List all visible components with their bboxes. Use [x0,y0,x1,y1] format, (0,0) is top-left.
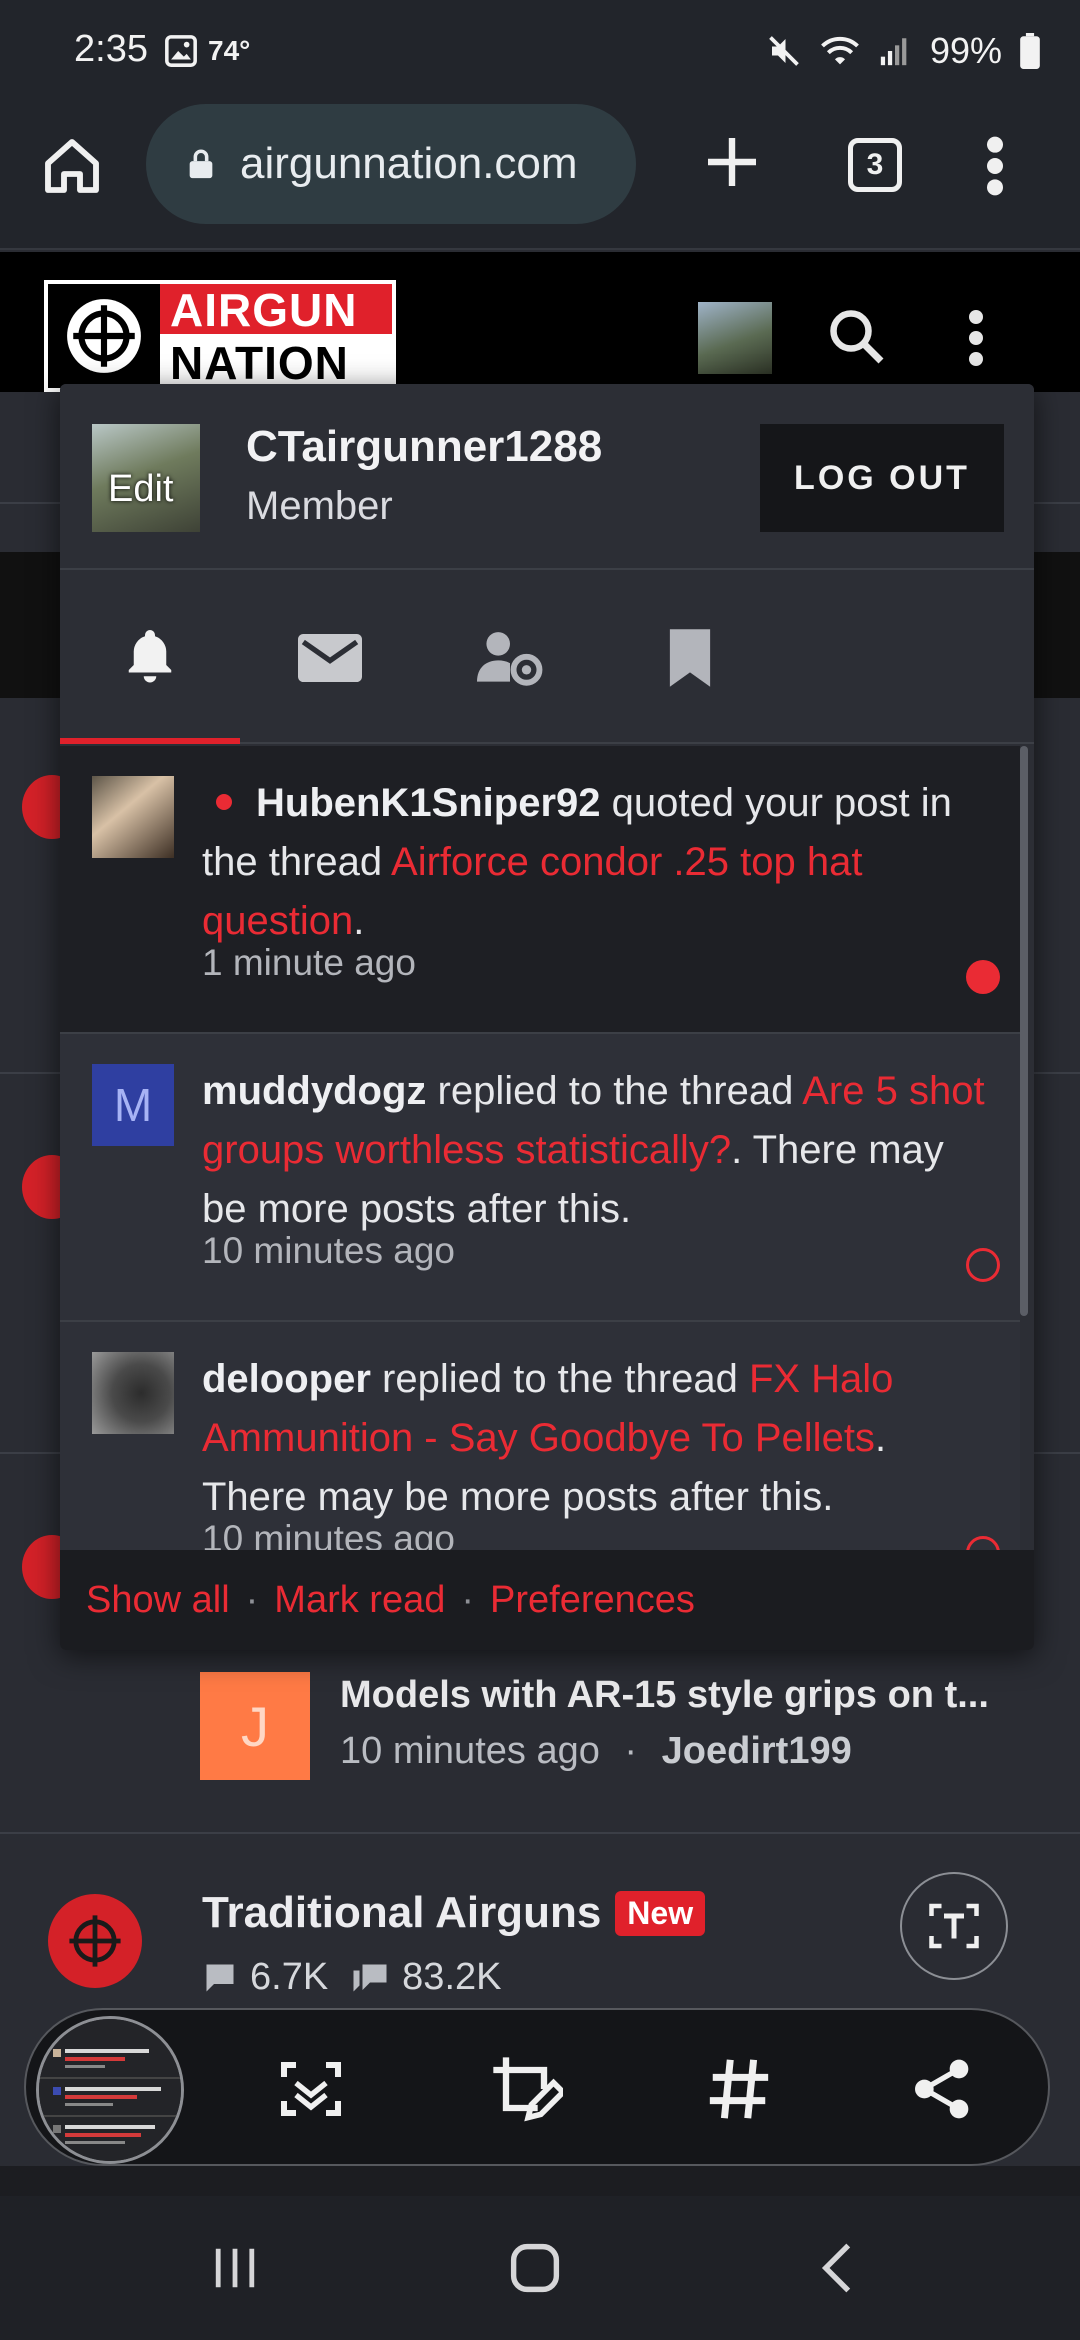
home-icon [510,2243,560,2293]
temperature: 74° [208,35,251,66]
account-popup: Edit CTairgunner1288 Member LOG OUT Hube… [60,384,1034,1650]
read-indicator[interactable] [966,1248,1000,1282]
comment-icon [206,1964,234,1991]
extract-text-button[interactable] [900,1872,1008,1980]
page-footer-strip [0,2166,1080,2196]
site-menu-icon[interactable] [966,310,986,366]
text-select-icon [929,1903,979,1949]
logo-text-bottom: NATION [160,334,392,389]
thread-avatar: J [200,1672,310,1780]
logout-button[interactable]: LOG OUT [760,424,1004,532]
user-avatar[interactable] [92,1352,174,1434]
capture-thumbnail[interactable] [36,2016,184,2164]
scrollbar[interactable] [1020,746,1028,1316]
tab-messages[interactable] [240,572,420,744]
notification-list[interactable]: HubenK1Sniper92 quoted your post in the … [60,746,1034,1552]
browser-menu-icon[interactable] [980,134,1010,198]
popup-footer: Show all · Mark read · Preferences [60,1550,1034,1650]
thread-meta: 10 minutes ago · Joedirt199 [340,1730,852,1772]
thread-count: 6.7K [250,1956,329,1998]
logo-text-top: AIRGUN [160,284,392,336]
mark-read-link[interactable]: Mark read [274,1579,445,1622]
hashtag-button[interactable] [698,2048,780,2130]
smart-select-bar [24,2008,1050,2166]
clock: 2:35 [74,28,148,70]
account-avatar[interactable] [698,302,772,374]
user-avatar[interactable]: Edit [92,424,200,532]
popup-tabs [60,572,1034,744]
notification-user[interactable]: delooper [202,1357,371,1401]
site-logo[interactable]: AIRGUN NATION [44,280,396,392]
avatar-edit-label[interactable]: Edit [108,468,173,511]
crosshair-forum-icon [48,1894,142,1988]
notification-time: 10 minutes ago [202,1230,456,1271]
notification-time: 10 minutes ago [202,1518,456,1552]
crop-edit-icon [493,2057,563,2122]
back-icon [821,2243,851,2293]
comments-icon [353,1964,387,1991]
notification-time: 1 minute ago [202,942,416,983]
signal-icon [880,38,907,66]
notification-item[interactable]: HubenK1Sniper92 quoted your post in the … [60,746,1020,1034]
bell-icon [128,630,172,683]
account-header: Edit CTairgunner1288 Member LOG OUT [60,384,1034,570]
back-button[interactable] [802,2236,872,2300]
notification-user[interactable]: HubenK1Sniper92 [256,781,601,825]
battery-icon [1020,33,1040,69]
url-text: airgunnation.com [240,139,578,188]
forum-title[interactable]: Traditional Airguns [202,1888,601,1938]
tab-alerts[interactable] [60,572,240,744]
user-role: Member [246,484,393,528]
thumbnail-preview [39,2019,181,2161]
user-settings-icon [477,632,543,686]
share-icon [915,2059,969,2119]
battery-percent: 99% [929,30,1002,71]
hashtag-icon [709,2059,769,2119]
site-header: AIRGUN NATION [0,252,1080,392]
thread-author[interactable]: Joedirt199 [662,1730,852,1772]
search-icon[interactable] [826,306,886,366]
latest-thread[interactable]: J Models with AR-15 style grips on t... … [200,1672,1060,1782]
recents-button[interactable] [200,2236,270,2300]
new-tab-icon[interactable] [700,130,764,194]
share-button[interactable] [902,2048,984,2130]
thread-title[interactable]: Models with AR-15 style grips on t... [340,1674,1040,1717]
crop-edit-button[interactable] [484,2048,566,2130]
tab-bookmarks[interactable] [600,572,780,744]
user-avatar[interactable] [92,776,174,858]
wifi-icon [821,36,859,65]
gallery-icon [165,35,197,67]
browser-toolbar: airgunnation.com 3 [0,104,1080,250]
home-icon[interactable] [40,134,104,198]
tab-count: 3 [866,148,884,181]
scan-text-icon [281,2062,341,2116]
url-bar[interactable]: airgunnation.com [146,104,636,224]
unread-bullet [216,794,232,811]
show-all-link[interactable]: Show all [86,1579,230,1622]
notification-item[interactable]: delooper replied to the thread FX Halo A… [60,1322,1020,1552]
recents-icon [215,2248,255,2288]
notification-user[interactable]: muddydogz [202,1069,426,1113]
new-badge: New [615,1890,706,1936]
message-count: 83.2K [402,1956,502,1998]
scan-text-button[interactable] [270,2048,352,2130]
tab-account-settings[interactable] [420,572,600,744]
status-bar: 2:35 74° 99% [0,0,1080,104]
mute-icon [769,36,799,66]
home-button[interactable] [500,2236,570,2300]
user-avatar[interactable]: M [92,1064,174,1146]
unread-indicator[interactable] [966,960,1000,994]
bookmark-icon [669,629,711,687]
preferences-link[interactable]: Preferences [490,1579,695,1622]
crosshair-logo-icon [48,284,160,388]
envelope-icon [298,634,362,682]
notification-item[interactable]: M muddydogz replied to the thread Are 5 … [60,1034,1020,1322]
system-nav-bar [0,2196,1080,2340]
forum-row[interactable]: Traditional Airguns New 6.7K 83.2K [0,1832,1080,2032]
username[interactable]: CTairgunner1288 [246,422,602,472]
lock-icon [189,149,213,179]
tab-switcher-button[interactable]: 3 [848,138,902,192]
